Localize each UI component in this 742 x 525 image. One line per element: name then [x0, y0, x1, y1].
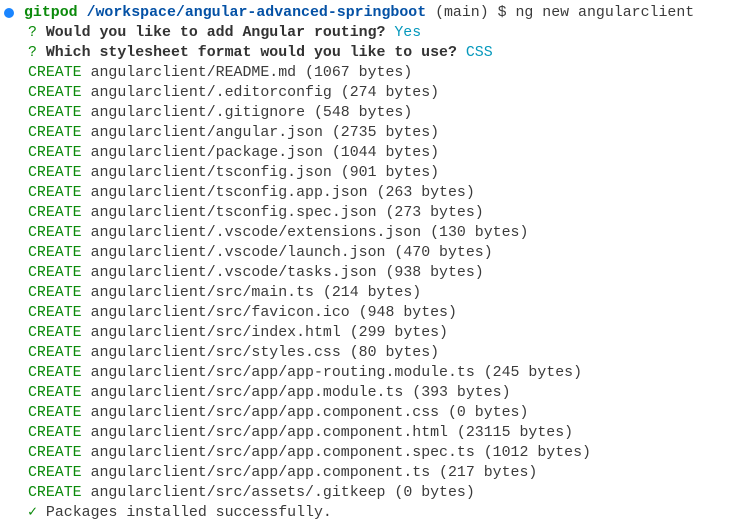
create-label: CREATE — [28, 285, 82, 301]
created-file: angularclient/package.json (1044 bytes) — [90, 145, 440, 161]
question-mark: ? — [28, 45, 37, 61]
prompt-symbol: $ — [497, 5, 507, 21]
create-line: CREATE angularclient/README.md (1067 byt… — [0, 63, 742, 83]
created-file: angularclient/src/main.ts (214 bytes) — [90, 285, 422, 301]
created-file: angularclient/tsconfig.app.json (263 byt… — [90, 185, 475, 201]
created-file: angularclient/src/app/app.module.ts (393… — [90, 385, 511, 401]
create-label: CREATE — [28, 465, 82, 481]
created-file: angularclient/src/index.html (299 bytes) — [90, 325, 448, 341]
create-label: CREATE — [28, 325, 82, 341]
prompt-path: /workspace/angular-advanced-springboot — [86, 5, 427, 21]
create-label: CREATE — [28, 225, 82, 241]
checkmark-icon: ✓ — [28, 505, 37, 521]
create-label: CREATE — [28, 485, 82, 501]
question-line: ? Would you like to add Angular routing?… — [0, 23, 742, 43]
prompt-line: gitpod /workspace/angular-advanced-sprin… — [0, 3, 742, 23]
prompt-branch: (main) — [435, 5, 489, 21]
create-label: CREATE — [28, 345, 82, 361]
create-label: CREATE — [28, 405, 82, 421]
create-line: CREATE angularclient/src/index.html (299… — [0, 323, 742, 343]
create-line: CREATE angularclient/angular.json (2735 … — [0, 123, 742, 143]
question-text: Would you like to add Angular routing? — [45, 25, 386, 41]
created-file: angularclient/src/styles.css (80 bytes) — [90, 345, 440, 361]
question-answer: Yes — [394, 25, 422, 41]
question-text: Which stylesheet format would you like t… — [45, 45, 457, 61]
created-file: angularclient/src/app/app.component.css … — [90, 405, 529, 421]
create-label: CREATE — [28, 85, 82, 101]
command-status-dot-icon[interactable] — [4, 8, 14, 18]
create-line: CREATE angularclient/src/app/app.compone… — [0, 423, 742, 443]
create-line: CREATE angularclient/.vscode/extensions.… — [0, 223, 742, 243]
success-line: ✓ Packages installed successfully. — [0, 503, 742, 523]
create-line: CREATE angularclient/.vscode/launch.json… — [0, 243, 742, 263]
create-label: CREATE — [28, 145, 82, 161]
create-line: CREATE angularclient/tsconfig.json (901 … — [0, 163, 742, 183]
create-label: CREATE — [28, 105, 82, 121]
create-label: CREATE — [28, 385, 82, 401]
created-file: angularclient/angular.json (2735 bytes) — [90, 125, 440, 141]
question-mark: ? — [28, 25, 37, 41]
created-file: angularclient/.gitignore (548 bytes) — [90, 105, 413, 121]
created-file: angularclient/tsconfig.json (901 bytes) — [90, 165, 440, 181]
create-line: CREATE angularclient/src/app/app-routing… — [0, 363, 742, 383]
create-label: CREATE — [28, 205, 82, 221]
create-label: CREATE — [28, 265, 82, 281]
success-text: Packages installed successfully. — [45, 505, 332, 521]
created-file: angularclient/src/app/app.component.spec… — [90, 445, 591, 461]
create-line: CREATE angularclient/src/app/app.compone… — [0, 463, 742, 483]
created-file: angularclient/.editorconfig (274 bytes) — [90, 85, 440, 101]
create-label: CREATE — [28, 425, 82, 441]
question-line: ? Which stylesheet format would you like… — [0, 43, 742, 63]
created-file: angularclient/src/app/app.component.ts (… — [90, 465, 538, 481]
created-file: angularclient/.vscode/launch.json (470 b… — [90, 245, 493, 261]
prompt-command: ng new angularclient — [515, 5, 695, 21]
create-line: CREATE angularclient/tsconfig.app.json (… — [0, 183, 742, 203]
created-file: angularclient/README.md (1067 bytes) — [90, 65, 413, 81]
create-line: CREATE angularclient/src/assets/.gitkeep… — [0, 483, 742, 503]
created-file: angularclient/src/favicon.ico (948 bytes… — [90, 305, 457, 321]
create-line: CREATE angularclient/src/favicon.ico (94… — [0, 303, 742, 323]
create-line: CREATE angularclient/.gitignore (548 byt… — [0, 103, 742, 123]
create-label: CREATE — [28, 245, 82, 261]
create-line: CREATE angularclient/src/app/app.compone… — [0, 403, 742, 423]
create-line: CREATE angularclient/.vscode/tasks.json … — [0, 263, 742, 283]
created-file: angularclient/.vscode/tasks.json (938 by… — [90, 265, 484, 281]
create-label: CREATE — [28, 445, 82, 461]
create-label: CREATE — [28, 185, 82, 201]
terminal-output[interactable]: gitpod /workspace/angular-advanced-sprin… — [0, 3, 742, 523]
create-line: CREATE angularclient/src/main.ts (214 by… — [0, 283, 742, 303]
created-file: angularclient/src/assets/.gitkeep (0 byt… — [90, 485, 475, 501]
create-label: CREATE — [28, 65, 82, 81]
create-label: CREATE — [28, 365, 82, 381]
question-answer: CSS — [465, 45, 493, 61]
created-file: angularclient/tsconfig.spec.json (273 by… — [90, 205, 484, 221]
create-label: CREATE — [28, 165, 82, 181]
create-line: CREATE angularclient/src/styles.css (80 … — [0, 343, 742, 363]
created-file: angularclient/.vscode/extensions.json (1… — [90, 225, 529, 241]
prompt-user: gitpod — [24, 5, 78, 21]
created-file: angularclient/src/app/app.component.html… — [90, 425, 574, 441]
create-line: CREATE angularclient/.editorconfig (274 … — [0, 83, 742, 103]
create-label: CREATE — [28, 125, 82, 141]
created-file: angularclient/src/app/app-routing.module… — [90, 365, 583, 381]
create-line: CREATE angularclient/tsconfig.spec.json … — [0, 203, 742, 223]
create-line: CREATE angularclient/src/app/app.compone… — [0, 443, 742, 463]
create-label: CREATE — [28, 305, 82, 321]
create-line: CREATE angularclient/src/app/app.module.… — [0, 383, 742, 403]
create-line: CREATE angularclient/package.json (1044 … — [0, 143, 742, 163]
